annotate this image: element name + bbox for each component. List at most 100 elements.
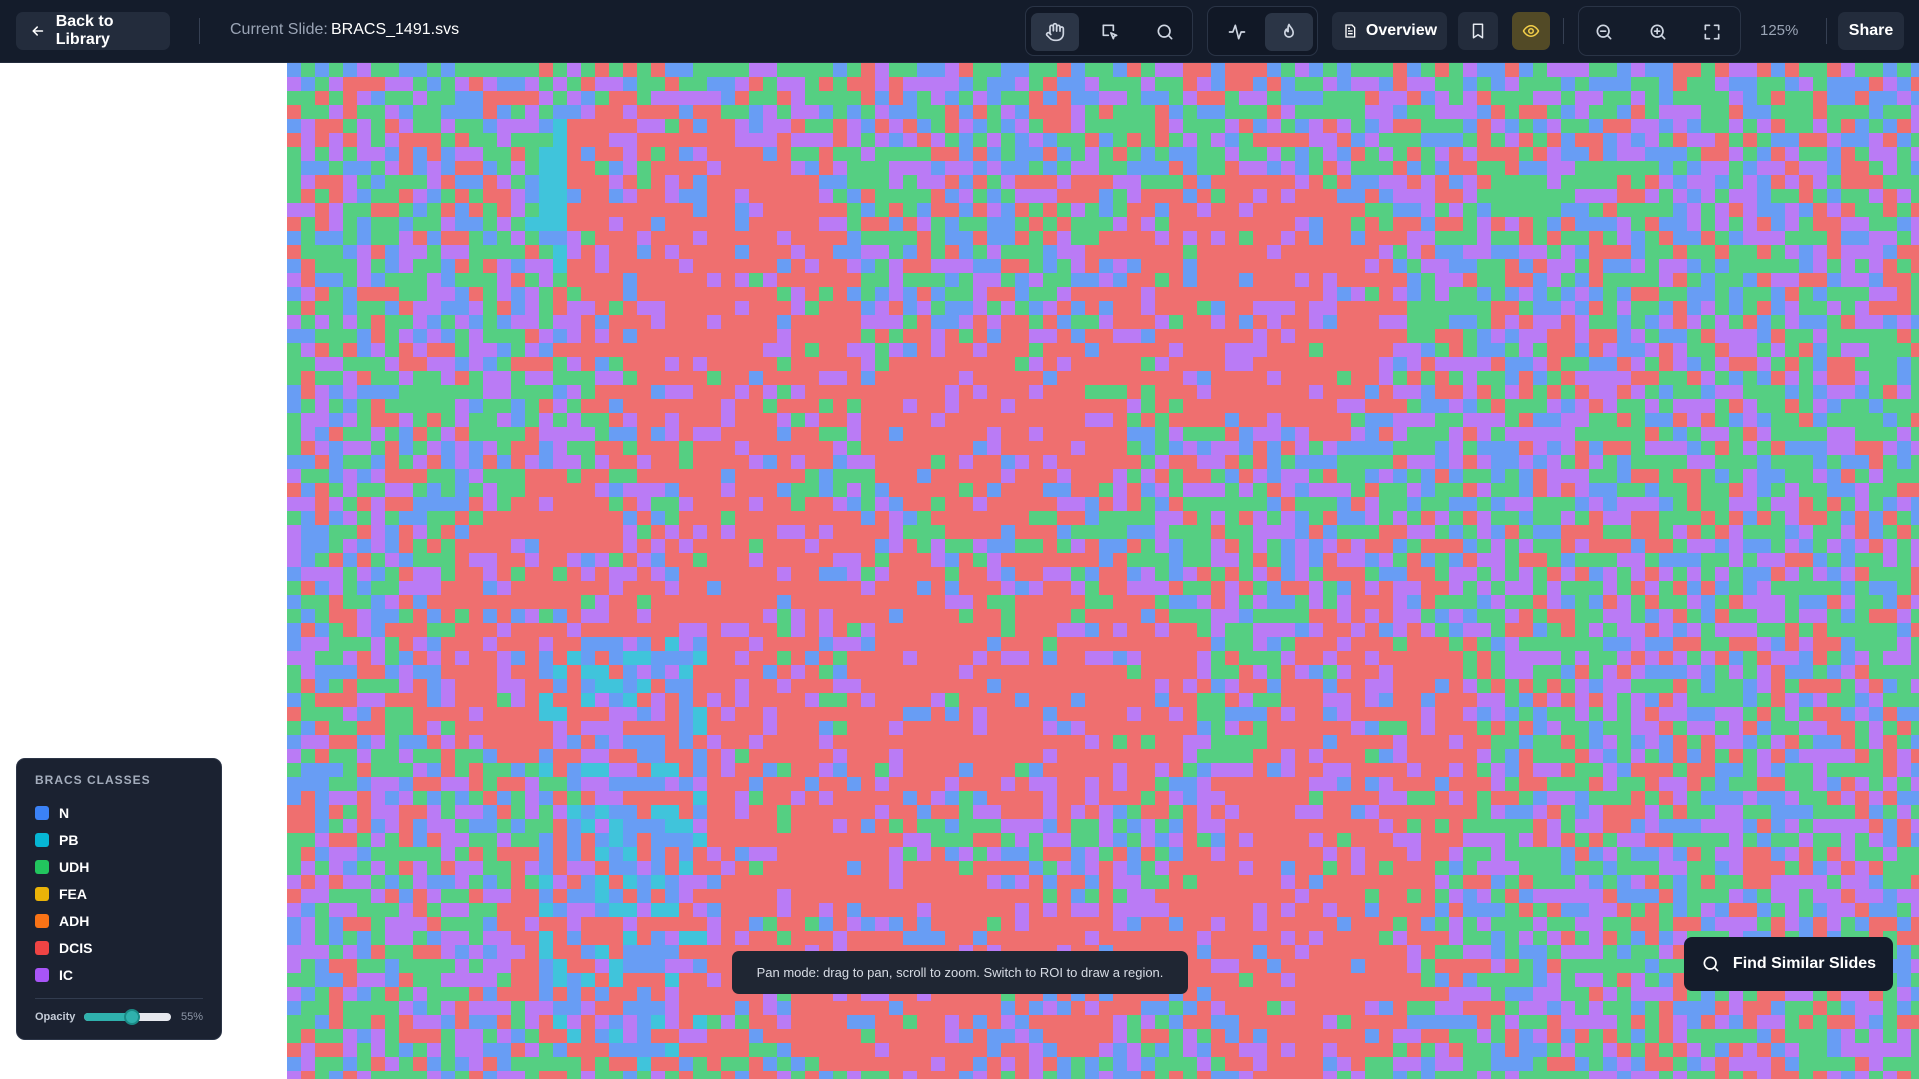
heatmap-patch [1225, 539, 1239, 553]
heatmap-patch [1393, 161, 1407, 175]
heatmap-patch [427, 315, 441, 329]
heatmap-patch [1827, 91, 1841, 105]
heatmap-patch [609, 77, 623, 91]
heatmap-patch [1001, 217, 1015, 231]
heatmap-patch [1099, 609, 1113, 623]
heatmap-patch [1617, 441, 1631, 455]
slide-viewer[interactable]: BRACS CLASSES N PB UDH FEA ADH DCIS IC Opacity… [0, 63, 1919, 1079]
heatmap-patch [301, 539, 315, 553]
share-button[interactable]: Share [1838, 12, 1904, 50]
pan-tool-button[interactable] [1031, 13, 1079, 51]
heatmap-patch [1771, 77, 1785, 91]
zoom-in-button[interactable] [1639, 14, 1677, 50]
heatmap-patch [777, 91, 791, 105]
bookmark-button[interactable] [1458, 12, 1498, 50]
heatmap-patch [1673, 105, 1687, 119]
heatmap-patch [1911, 217, 1919, 231]
heatmap-patch [287, 455, 301, 469]
heatmap-patch [1799, 287, 1813, 301]
heatmap-patch [469, 287, 483, 301]
heatmap-patch [973, 315, 987, 329]
heatmap-patch [847, 245, 861, 259]
heatmap-patch [1631, 399, 1645, 413]
heatmap-patch [1169, 189, 1183, 203]
heatmap-patch [1757, 329, 1771, 343]
heatmap-patch [1351, 301, 1365, 315]
heatmap-patch [1659, 511, 1673, 525]
heatmap-patch [1421, 399, 1435, 413]
heatmap-patch [1463, 497, 1477, 511]
zoom-out-button[interactable] [1585, 14, 1623, 50]
toggle-heatmap-visibility-button[interactable] [1512, 12, 1550, 50]
heatmap-patch [301, 301, 315, 315]
heatmap-patch [1519, 301, 1533, 315]
heatmap-patch [1547, 623, 1561, 637]
heatmap-patch [1645, 245, 1659, 259]
heatmap-patch [1239, 357, 1253, 371]
heatmap-patch [1631, 343, 1645, 357]
heatmap-patch [1113, 119, 1127, 133]
heatmap-patch [399, 483, 413, 497]
heatmap-patch [1337, 245, 1351, 259]
heatmap-patch [1029, 273, 1043, 287]
heatmap-patch [1463, 413, 1477, 427]
heatmap-patch [1785, 77, 1799, 91]
heatmap-patch [931, 581, 945, 595]
heatmap-patch [1253, 91, 1267, 105]
heatmap-patch [287, 301, 301, 315]
heatmap-patch [497, 91, 511, 105]
heatmap-patch [1631, 315, 1645, 329]
analysis-tool-button[interactable] [1213, 13, 1261, 51]
heatmap-patch [1827, 595, 1841, 609]
heatmap-patch [539, 77, 553, 91]
heatmap-patch [539, 413, 553, 427]
heatmap-patch [637, 567, 651, 581]
heatmap-patch [483, 413, 497, 427]
heatmap-patch [525, 203, 539, 217]
heatmap-patch [903, 175, 917, 189]
heatmap-patch [1015, 441, 1029, 455]
heatmap-patch [427, 399, 441, 413]
heatmap-patch [1197, 147, 1211, 161]
heatmap-patch [1001, 637, 1015, 651]
heatmap-patch [287, 357, 301, 371]
heatmap-patch [1827, 301, 1841, 315]
heatmap-patch [1785, 497, 1799, 511]
heatmap-patch [469, 133, 483, 147]
overview-button[interactable]: Overview [1332, 12, 1447, 50]
heatmap-patch [539, 371, 553, 385]
heatmap-patch [735, 441, 749, 455]
fullscreen-button[interactable] [1693, 14, 1731, 50]
heatmap-patch [1281, 301, 1295, 315]
heatmap-patch [1127, 329, 1141, 343]
heatmap-patch [1911, 553, 1919, 567]
heatmap-patch [413, 119, 427, 133]
heatmap-patch [1617, 147, 1631, 161]
heatmap-patch [1323, 63, 1337, 77]
back-to-library-button[interactable]: Back to Library [16, 12, 170, 50]
heatmap-patch [1309, 315, 1323, 329]
heatmap-patch [1407, 63, 1421, 77]
heatmap-patch [889, 427, 903, 441]
heatmap-patch [1309, 217, 1323, 231]
heatmap-patch [1743, 217, 1757, 231]
heatmap-patch [791, 147, 805, 161]
prediction-heatmap-overlay[interactable] [287, 63, 1919, 1079]
heatmap-tool-button[interactable] [1265, 13, 1313, 51]
heatmap-patch [1855, 469, 1869, 483]
heatmap-patch [1169, 427, 1183, 441]
heatmap-patch [1225, 287, 1239, 301]
heatmap-patch [1757, 357, 1771, 371]
heatmap-patch [819, 343, 833, 357]
roi-tool-button[interactable] [1086, 13, 1134, 51]
heatmap-patch [1463, 105, 1477, 119]
heatmap-patch [1743, 245, 1757, 259]
heatmap-patch [1785, 105, 1799, 119]
heatmap-patch [1253, 105, 1267, 119]
search-tool-button[interactable] [1141, 13, 1189, 51]
heatmap-patch [1421, 259, 1435, 273]
heatmap-patch [1295, 203, 1309, 217]
heatmap-patch [1113, 63, 1127, 77]
heatmap-patch [1673, 595, 1687, 609]
heatmap-patch [651, 427, 665, 441]
